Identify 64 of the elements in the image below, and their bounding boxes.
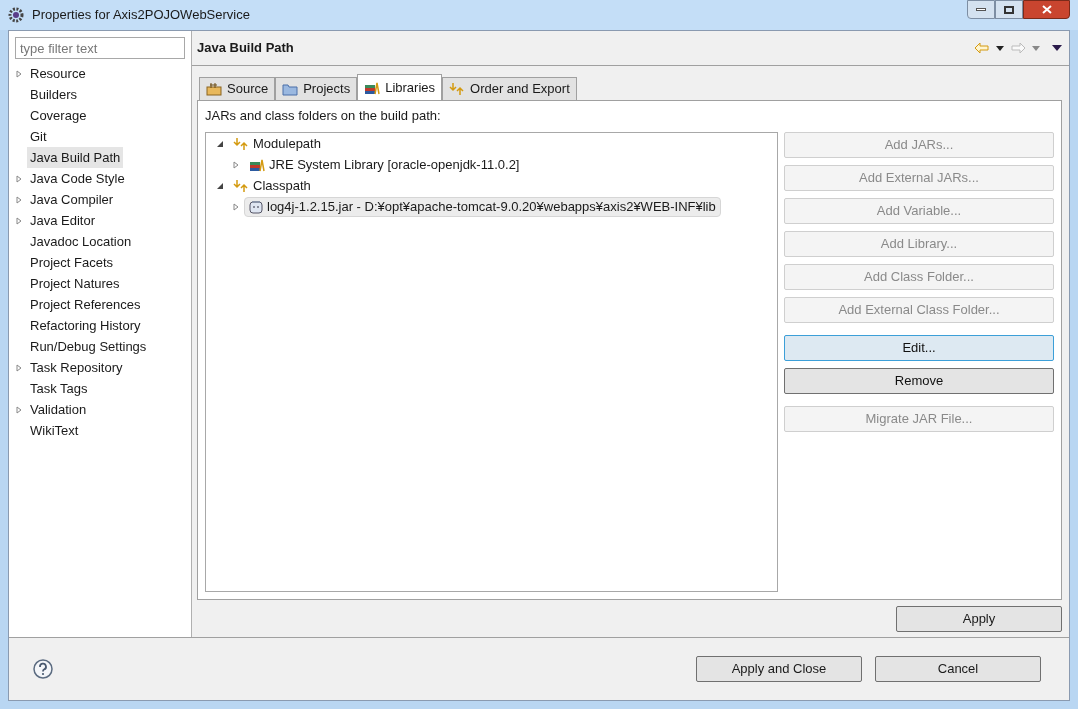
maximize-button[interactable] — [995, 0, 1023, 19]
sidebar-item[interactable]: Project Natures — [27, 272, 123, 295]
sidebar-item[interactable]: Java Build Path — [27, 146, 124, 169]
minimize-button[interactable] — [967, 0, 995, 19]
expand-arrow-icon[interactable] — [15, 363, 23, 372]
sidebar-item[interactable]: Builders — [27, 83, 80, 106]
expand-arrow-icon[interactable] — [15, 195, 23, 204]
sidebar-item[interactable]: Coverage — [27, 104, 90, 127]
package-icon — [206, 82, 222, 96]
forward-arrow-icon — [1010, 42, 1026, 54]
tree-item[interactable]: log4j-1.2.15.jar - D:¥opt¥apache-tomcat-9.0.20¥webapps¥axis2¥WEB-INF¥lib — [244, 197, 721, 217]
sidebar-item[interactable]: Task Tags — [27, 377, 91, 400]
arrows-icon — [233, 179, 249, 193]
expand-arrow-icon[interactable] — [232, 161, 240, 169]
window-title: Properties for Axis2POJOWebService — [32, 6, 250, 25]
sidebar-item[interactable]: Javadoc Location — [27, 230, 135, 253]
sidebar-item[interactable]: Validation — [27, 398, 90, 421]
sidebar-item[interactable]: Refactoring History — [27, 314, 144, 337]
action-button[interactable]: Remove — [784, 367, 1054, 394]
sidebar-item[interactable]: Run/Debug Settings — [27, 335, 150, 358]
back-arrow-icon[interactable] — [974, 42, 990, 54]
collapse-arrow-icon[interactable] — [216, 182, 224, 190]
tab[interactable]: Order and Export — [442, 77, 577, 100]
apply-button[interactable]: Apply — [896, 606, 1062, 632]
sidebar-item[interactable]: Git — [27, 125, 50, 148]
tree-caption: JARs and class folders on the build path: — [205, 107, 442, 125]
action-button[interactable]: Edit... — [784, 334, 1054, 361]
sidebar-item[interactable]: Java Code Style — [27, 167, 128, 190]
gear-icon — [8, 7, 24, 23]
tree-item[interactable]: Modulepath — [228, 134, 326, 154]
tree-item[interactable]: JRE System Library [oracle-openjdk-11.0.2] — [244, 155, 525, 175]
page-title: Java Build Path — [197, 39, 294, 58]
folder-icon — [282, 82, 299, 96]
close-icon — [1041, 5, 1052, 14]
dialog-button[interactable]: Cancel — [875, 656, 1041, 682]
dialog-button[interactable]: Apply and Close — [696, 656, 862, 682]
sidebar-item[interactable]: Project References — [27, 293, 144, 316]
tab[interactable]: Source — [199, 77, 276, 100]
sidebar-item[interactable]: Java Compiler — [27, 188, 117, 211]
books-icon — [249, 158, 265, 172]
jar-icon — [249, 200, 263, 214]
filter-field[interactable]: type filter text — [15, 37, 185, 59]
expand-arrow-icon[interactable] — [232, 203, 240, 211]
sidebar-item[interactable]: Task Repository — [27, 356, 126, 379]
close-button[interactable] — [1023, 0, 1070, 19]
expand-arrow-icon[interactable] — [15, 174, 23, 183]
sidebar-item[interactable]: Java Editor — [27, 209, 99, 232]
books-icon — [364, 80, 381, 95]
view-menu-icon[interactable] — [1052, 45, 1062, 51]
arrows-icon — [449, 82, 466, 96]
tab[interactable]: Projects — [275, 77, 358, 100]
sidebar-item[interactable]: Project Facets — [27, 251, 117, 274]
expand-arrow-icon[interactable] — [15, 405, 23, 414]
sidebar-item[interactable]: WikiText — [27, 419, 82, 442]
collapse-arrow-icon[interactable] — [216, 140, 224, 148]
tree-item[interactable]: Classpath — [228, 176, 316, 196]
dropdown-icon — [1032, 45, 1040, 51]
dropdown-icon[interactable] — [996, 45, 1004, 51]
tab[interactable]: Libraries — [357, 74, 443, 100]
expand-arrow-icon[interactable] — [15, 216, 23, 225]
arrows-icon — [233, 137, 249, 151]
help-icon[interactable] — [33, 659, 53, 679]
expand-arrow-icon[interactable] — [15, 69, 23, 78]
sidebar-item[interactable]: Resource — [27, 62, 89, 85]
